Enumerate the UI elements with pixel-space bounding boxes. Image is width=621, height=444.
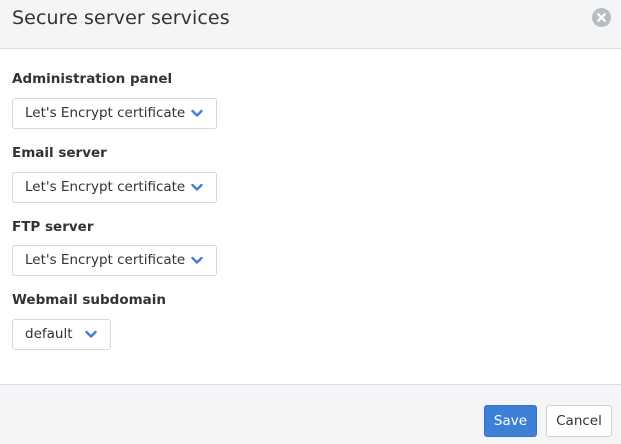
ftp-server-select-value: Let's Encrypt certificate (25, 252, 186, 268)
ftp-server-label: FTP server (12, 219, 94, 235)
cancel-button[interactable]: Cancel (546, 405, 612, 437)
email-server-select-value: Let's Encrypt certificate (25, 179, 186, 195)
close-button[interactable] (592, 8, 611, 27)
email-server-label: Email server (12, 145, 107, 161)
save-button[interactable]: Save (484, 405, 537, 437)
close-icon (597, 13, 606, 22)
chevron-down-icon (191, 109, 203, 117)
dialog-title: Secure server services (12, 7, 230, 29)
chevron-down-icon (191, 256, 203, 264)
dialog-body: Administration panel Let's Encrypt certi… (0, 49, 621, 384)
dialog-footer: Save Cancel (0, 384, 621, 444)
dialog-header: Secure server services (0, 0, 621, 49)
admin-panel-label: Administration panel (12, 71, 173, 87)
email-server-select[interactable]: Let's Encrypt certificate (12, 172, 217, 203)
webmail-subdomain-select[interactable]: default (12, 319, 111, 350)
ftp-server-select[interactable]: Let's Encrypt certificate (12, 245, 217, 276)
webmail-subdomain-label: Webmail subdomain (12, 292, 167, 308)
admin-panel-select[interactable]: Let's Encrypt certificate (12, 98, 217, 129)
admin-panel-select-value: Let's Encrypt certificate (25, 105, 186, 121)
chevron-down-icon (191, 183, 203, 191)
secure-services-dialog: Secure server services Administration pa… (0, 0, 621, 444)
webmail-subdomain-select-value: default (25, 326, 73, 342)
chevron-down-icon (85, 330, 97, 338)
